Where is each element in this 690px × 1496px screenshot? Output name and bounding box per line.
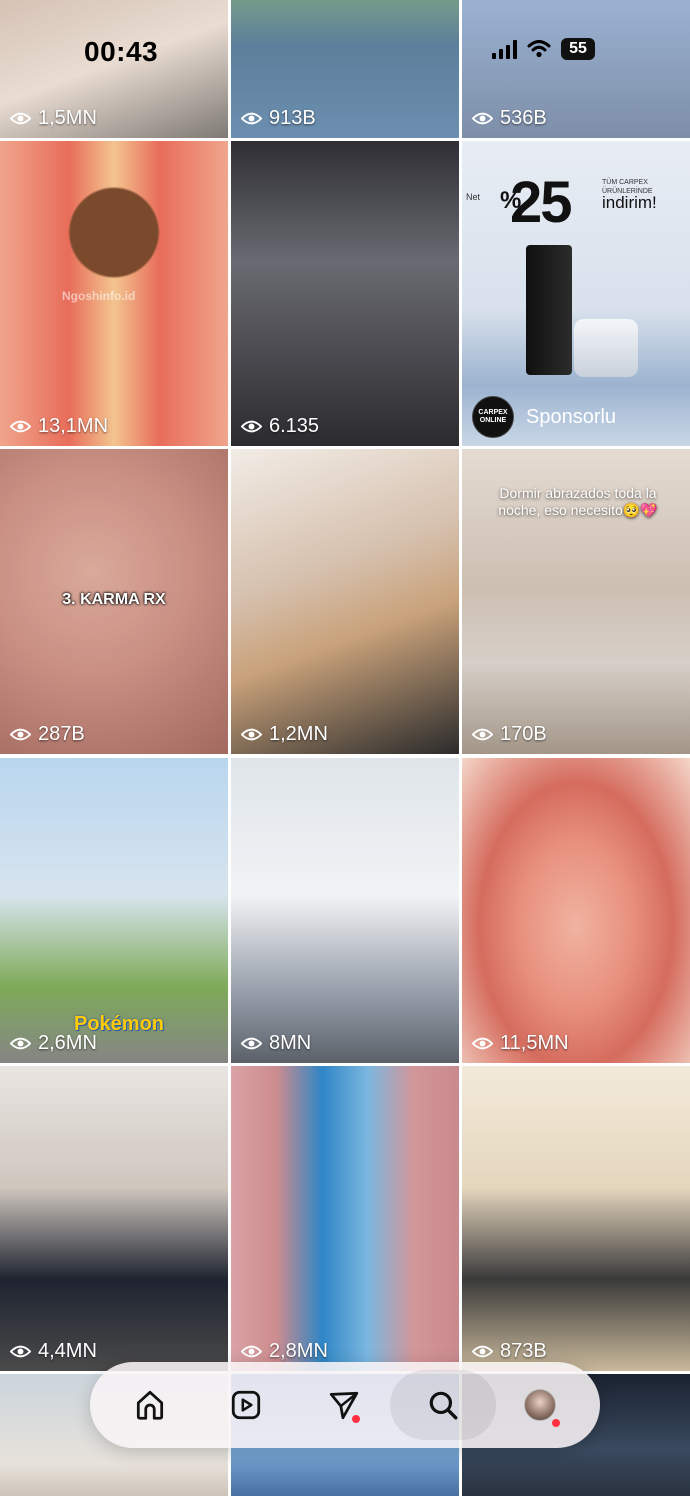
bottom-nav <box>90 1362 600 1448</box>
eye-icon <box>10 1345 31 1358</box>
view-count-text: 170B <box>500 723 547 745</box>
notification-dot <box>552 1419 560 1427</box>
nav-messages[interactable] <box>314 1375 374 1435</box>
eye-icon <box>241 1037 262 1050</box>
overlay-text: 3. KARMA RX <box>62 591 166 608</box>
brand-logo[interactable]: CARPEX ONLINE <box>472 396 514 438</box>
explore-tile[interactable]: 3. KARMA RX 287B <box>0 449 228 754</box>
view-count: 1,5MN <box>10 107 97 130</box>
view-count-text: 8MN <box>269 1032 312 1054</box>
view-count-text: 873B <box>500 1340 547 1362</box>
view-count: 873B <box>472 1340 547 1363</box>
promo-word: indirim! <box>602 193 657 212</box>
explore-tile[interactable]: 6.135 <box>231 141 459 446</box>
view-count-text: 2,6MN <box>38 1032 97 1054</box>
view-count: 1,2MN <box>241 723 328 746</box>
explore-tile[interactable]: 1,5MN <box>0 0 228 138</box>
eye-icon <box>241 1345 262 1358</box>
sponsored-label: CARPEX ONLINE Sponsorlu <box>472 396 616 438</box>
status-time: 00:43 <box>84 36 159 67</box>
view-count: 2,8MN <box>241 1340 328 1363</box>
eye-icon <box>241 112 262 125</box>
view-count: 913B <box>241 107 316 130</box>
view-count-text: 6.135 <box>269 415 320 437</box>
view-count: 536B <box>472 107 547 130</box>
sponsored-tile[interactable]: Net % 25 TÜM CARPEX ÜRÜNLERİNDE indirim!… <box>462 141 690 446</box>
sponsored-text: Sponsorlu <box>526 405 617 428</box>
explore-tile[interactable]: 4,4MN <box>0 1066 228 1371</box>
view-count-text: 913B <box>269 107 316 129</box>
view-count-text: 13,1MN <box>38 415 109 437</box>
eye-icon <box>241 420 262 433</box>
view-count: 2,6MN <box>10 1032 97 1055</box>
battery-level: 55 <box>569 40 587 57</box>
explore-tile[interactable]: 8MN <box>231 758 459 1063</box>
view-count-text: 11,5MN <box>500 1032 569 1054</box>
eye-icon <box>10 112 31 125</box>
product-image <box>526 245 572 375</box>
explore-tile[interactable]: 2,8MN <box>231 1066 459 1371</box>
home-icon <box>136 1390 164 1420</box>
product-image <box>574 319 638 377</box>
eye-icon <box>472 112 493 125</box>
search-icon <box>429 1391 458 1420</box>
view-count-text: 4,4MN <box>38 1340 97 1362</box>
explore-tile[interactable]: Dormir abrazados toda la noche, eso nece… <box>462 449 690 754</box>
promo-percent: 25 <box>510 170 572 235</box>
eye-icon <box>10 1037 31 1050</box>
promo-prefix: Net <box>466 192 481 202</box>
wifi-icon <box>527 40 551 58</box>
watermark: Ngoshinfo.id <box>62 289 136 303</box>
nav-profile[interactable] <box>510 1375 570 1435</box>
view-count-text: 536B <box>500 107 547 129</box>
status-bar: 55 <box>492 38 595 60</box>
view-count: 13,1MN <box>10 415 108 438</box>
eye-icon <box>472 728 493 741</box>
view-count: 287B <box>10 723 85 746</box>
nav-home[interactable] <box>120 1375 180 1435</box>
view-count-text: 2,8MN <box>269 1340 328 1362</box>
eye-icon <box>241 728 262 741</box>
reels-icon <box>231 1390 261 1420</box>
eye-icon <box>472 1345 493 1358</box>
eye-icon <box>10 728 31 741</box>
explore-tile[interactable]: 873B <box>462 1066 690 1371</box>
view-count: 170B <box>472 723 547 746</box>
caption-text: Dormir abrazados toda la noche, eso nece… <box>498 485 658 518</box>
nav-search[interactable] <box>390 1370 496 1440</box>
avatar <box>524 1389 556 1421</box>
explore-tile[interactable]: Ngoshinfo.id 13,1MN <box>0 141 228 446</box>
view-count: 6.135 <box>241 415 319 438</box>
view-count-text: 287B <box>38 723 85 745</box>
notification-dot <box>352 1415 360 1423</box>
view-count: 8MN <box>241 1032 311 1055</box>
explore-tile[interactable]: 11,5MN <box>462 758 690 1063</box>
view-count-text: 1,5MN <box>38 107 97 129</box>
nav-reels[interactable] <box>216 1375 276 1435</box>
view-count-text: 1,2MN <box>269 723 328 745</box>
explore-tile[interactable]: 1,2MN <box>231 449 459 754</box>
eye-icon <box>10 420 31 433</box>
explore-tile[interactable]: 536B <box>462 0 690 138</box>
explore-tile[interactable]: 913B <box>231 0 459 138</box>
eye-icon <box>472 1037 493 1050</box>
cellular-signal-icon <box>492 39 517 59</box>
explore-grid: 1,5MN 913B 536B Ngoshinfo.id 13,1MN 6.13… <box>0 0 690 1496</box>
battery-icon: 55 <box>561 38 595 60</box>
view-count: 4,4MN <box>10 1340 97 1363</box>
view-count: 11,5MN <box>472 1032 569 1055</box>
explore-tile[interactable]: Pokémon 2,6MN <box>0 758 228 1063</box>
